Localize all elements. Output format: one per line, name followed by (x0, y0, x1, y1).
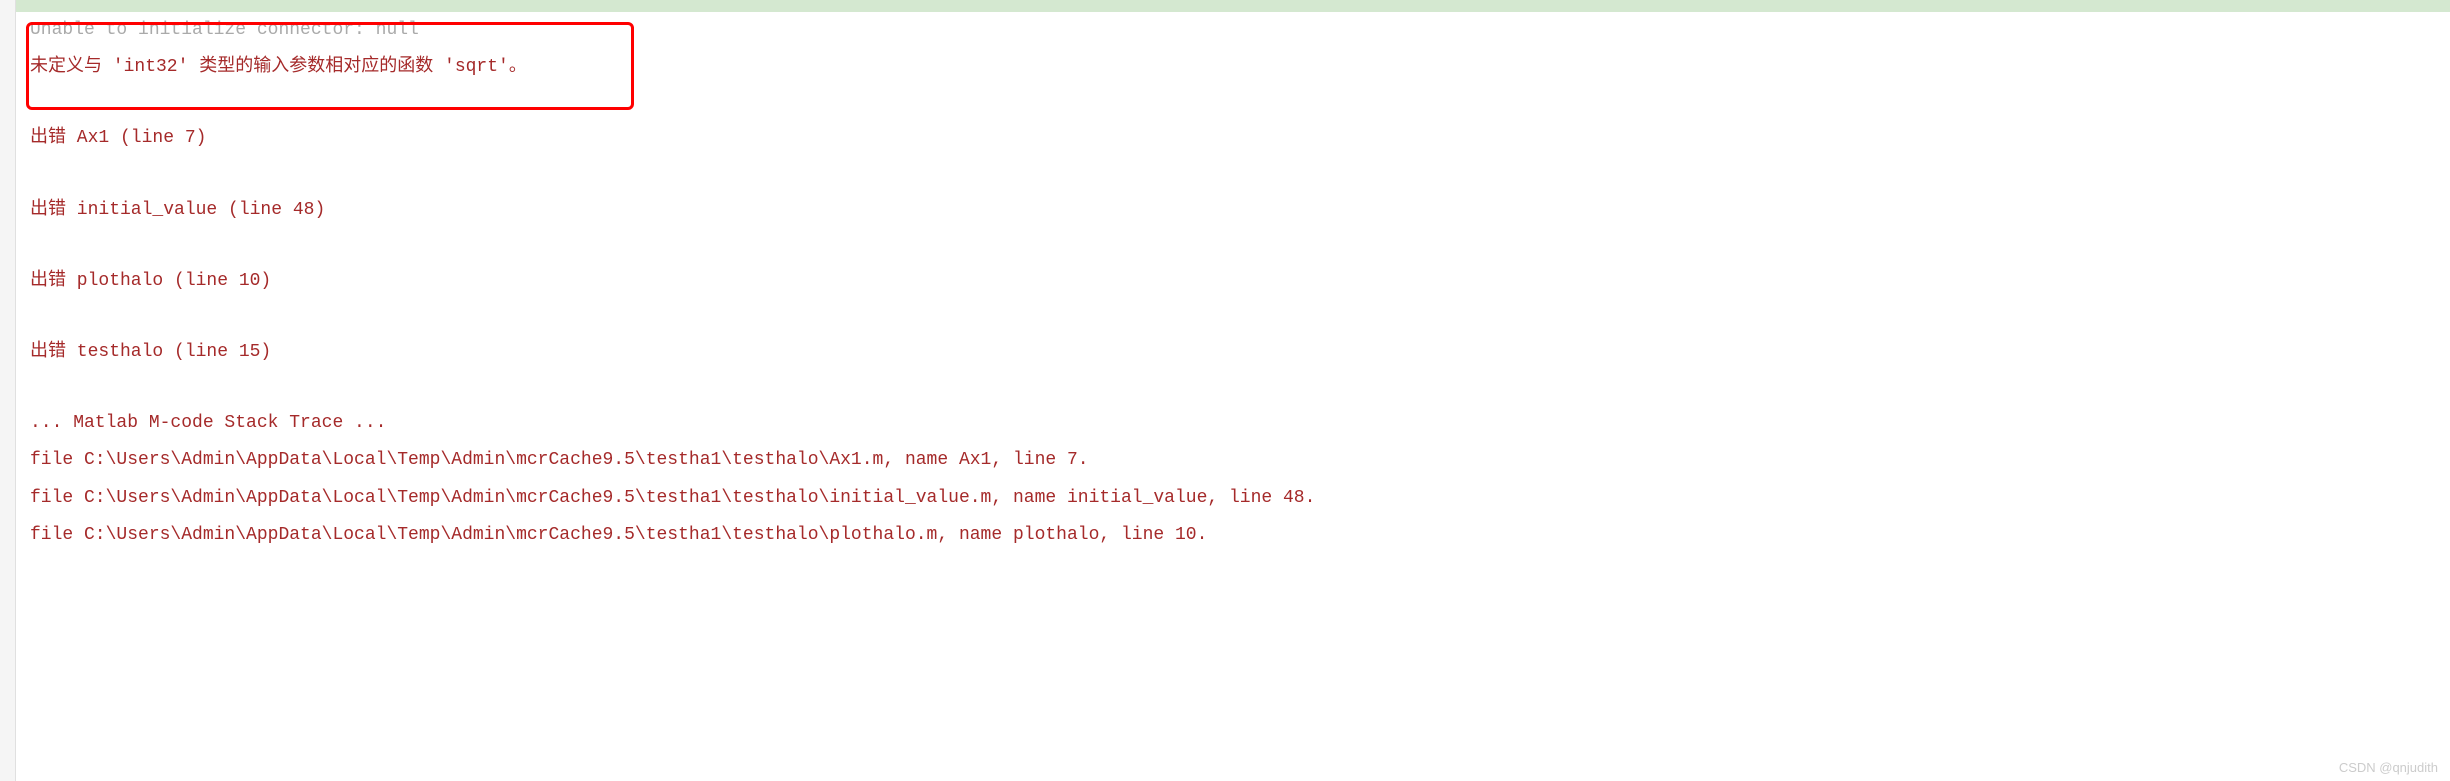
stack-trace-header: ... Matlab M-code Stack Trace ... (30, 405, 2450, 442)
error-message: 未定义与 'int32' 类型的输入参数相对应的函数 'sqrt'。 (30, 49, 2450, 86)
stack-trace-file: file C:\Users\Admin\AppData\Local\Temp\A… (30, 442, 2450, 479)
console-content: Unable to initialize connector: null 未定义… (0, 0, 2450, 554)
stack-trace-file: file C:\Users\Admin\AppData\Local\Temp\A… (30, 517, 2450, 554)
sidebar (0, 0, 16, 781)
stack-error-item: 出错 Ax1 (line 7) (30, 120, 2450, 157)
command-bar (0, 0, 2450, 12)
warning-line: Unable to initialize connector: null (30, 12, 2450, 49)
stack-error-item: 出错 plothalo (line 10) (30, 263, 2450, 300)
stack-error-item: 出错 initial_value (line 48) (30, 192, 2450, 229)
watermark-text: CSDN @qnjudith (2339, 760, 2438, 775)
stack-error-item: 出错 testhalo (line 15) (30, 334, 2450, 371)
stack-trace-file: file C:\Users\Admin\AppData\Local\Temp\A… (30, 480, 2450, 517)
